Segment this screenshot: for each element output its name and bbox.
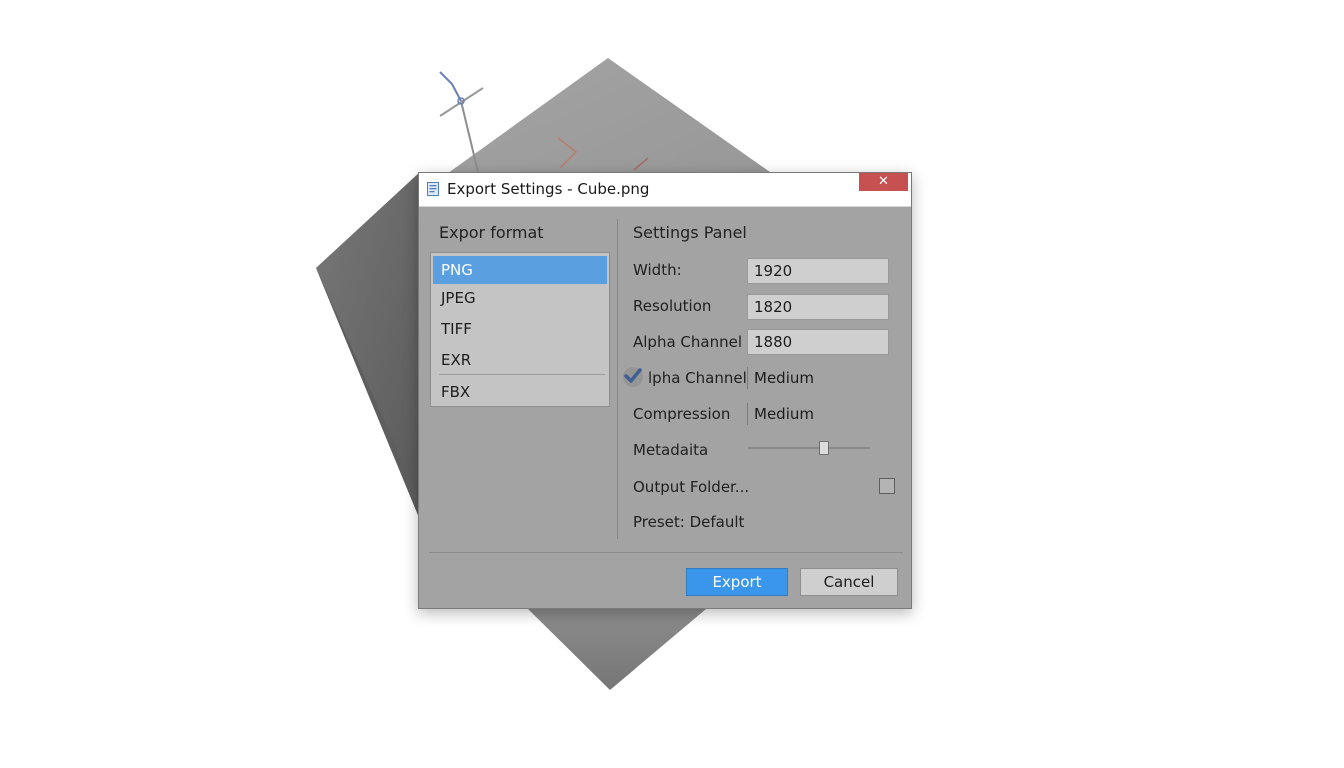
alpha-channel-label: Alpha Channel (633, 333, 742, 351)
resolution-field[interactable]: 1820 (747, 294, 889, 320)
3d-viewport[interactable]: Export Settings - Cube.png ✕ Expor forma… (0, 0, 1344, 768)
alpha-channel-checkbox[interactable] (622, 366, 644, 388)
output-folder-checkbox[interactable] (879, 478, 895, 494)
width-field[interactable]: 1920 (747, 258, 889, 284)
metadata-label: Metadaita (633, 441, 709, 459)
dialog-titlebar[interactable]: Export Settings - Cube.png ✕ (419, 173, 911, 207)
format-item-exr[interactable]: EXR (433, 346, 607, 374)
export-format-heading: Expor format (439, 223, 544, 242)
panel-divider (617, 219, 618, 539)
footer-divider (429, 552, 903, 553)
preset-label: Preset: Default (633, 513, 745, 531)
output-folder-label[interactable]: Output Folder... (633, 478, 749, 496)
settings-panel-heading: Settings Panel (633, 223, 747, 242)
alpha-channel-field[interactable]: 1880 (747, 329, 889, 355)
cancel-button[interactable]: Cancel (800, 568, 898, 596)
width-label: Width: (633, 261, 682, 279)
document-icon (427, 182, 439, 196)
export-settings-dialog: Export Settings - Cube.png ✕ Expor forma… (418, 172, 912, 609)
dialog-title: Export Settings - Cube.png (447, 180, 650, 198)
format-item-jpeg[interactable]: JPEG (433, 284, 607, 312)
resolution-label: Resolution (633, 297, 712, 315)
metadata-slider-thumb[interactable] (818, 441, 829, 455)
format-list-divider (439, 374, 605, 375)
format-item-fbx[interactable]: FBX (433, 378, 607, 406)
gizmo-axis-z (439, 71, 462, 102)
gizmo-axis-x (439, 87, 484, 117)
export-button[interactable]: Export (686, 568, 788, 596)
close-button[interactable]: ✕ (859, 173, 908, 191)
alpha-channel-option-label: lpha Channel (648, 369, 747, 387)
format-item-tiff[interactable]: TIFF (433, 315, 607, 343)
metadata-slider[interactable] (748, 447, 870, 449)
cube-bottom-face (528, 609, 706, 690)
compression-select[interactable]: Medium (747, 403, 814, 425)
format-item-png[interactable]: PNG (433, 256, 607, 284)
alpha-channel-select[interactable]: Medium (747, 367, 814, 389)
compression-label: Compression (633, 405, 731, 423)
format-list[interactable]: PNG JPEG TIFF EXR FBX (430, 252, 610, 407)
